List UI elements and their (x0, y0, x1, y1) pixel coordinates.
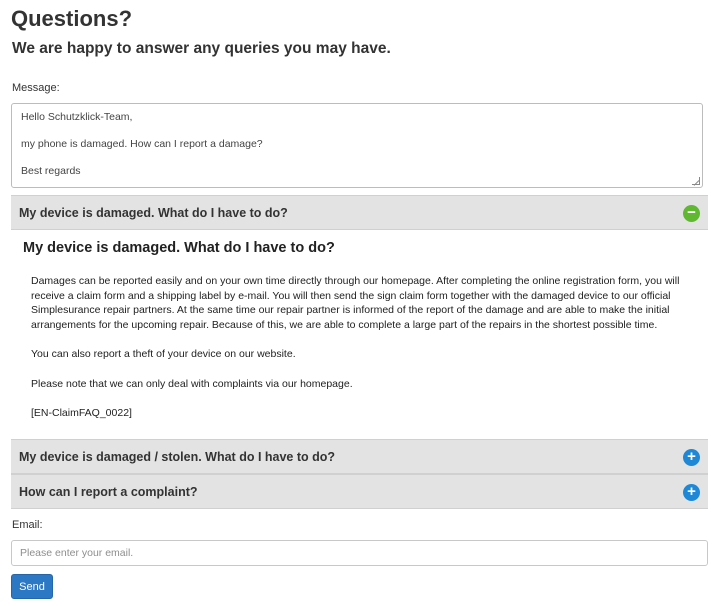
send-button[interactable]: Send (11, 574, 53, 599)
answer-paragraph: You can also report a theft of your devi… (31, 348, 296, 360)
page-subtitle: We are happy to answer any queries you m… (12, 40, 391, 57)
accordion-header-damaged-stolen[interactable]: My device is damaged / stolen. What do I… (11, 439, 708, 474)
email-input[interactable] (11, 540, 708, 566)
accordion-title: How can I report a complaint? (19, 485, 198, 499)
answer-paragraph: Please note that we can only deal with c… (31, 378, 353, 390)
plus-circle-icon[interactable]: + (683, 484, 700, 501)
message-line-closing: Best regards (21, 165, 81, 177)
resize-grip-icon[interactable] (692, 177, 700, 185)
email-label: Email: (12, 519, 43, 531)
accordion-body: My device is damaged. What do I have to … (11, 230, 708, 438)
message-line-body: my phone is damaged. How can I report a … (21, 138, 263, 150)
accordion-title: My device is damaged / stolen. What do I… (19, 450, 336, 464)
page-title: Questions? (11, 6, 133, 31)
message-line-greeting: Hello Schutzklick-Team, (21, 111, 133, 123)
plus-circle-icon[interactable]: + (683, 449, 700, 466)
accordion-header-device-damaged[interactable]: My device is damaged. What do I have to … (11, 195, 708, 230)
accordion-header-complaint[interactable]: How can I report a complaint? + (11, 474, 708, 509)
minus-circle-icon[interactable]: − (683, 205, 700, 222)
answer-paragraph: Damages can be reported easily and on yo… (31, 275, 680, 331)
message-textarea[interactable]: Hello Schutzklick-Team, my phone is dama… (11, 103, 703, 188)
answer-title: My device is damaged. What do I have to … (23, 240, 335, 256)
message-label: Message: (12, 82, 60, 94)
accordion-title: My device is damaged. What do I have to … (19, 206, 288, 220)
answer-reference: [EN-ClaimFAQ_0022] (31, 407, 132, 419)
